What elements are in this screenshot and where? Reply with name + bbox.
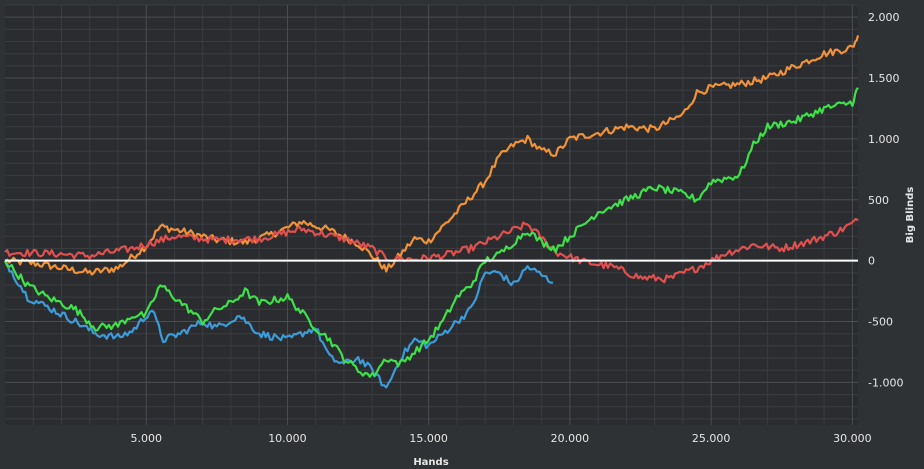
x-tick-label: 15.000: [409, 432, 448, 445]
y-axis-title: Big Blinds: [905, 187, 916, 243]
y-tick-label: -1.000: [868, 376, 903, 389]
x-tick-label: 30.000: [833, 432, 872, 445]
y-tick-label: 1.500: [868, 72, 900, 85]
x-axis-title: Hands: [413, 457, 448, 468]
y-tick-label: -500: [868, 316, 893, 329]
y-tick-label: 0: [868, 255, 875, 268]
x-tick-label: 10.000: [268, 432, 307, 445]
line-chart: 5.000 10.000 15.000 20.000 25.000 30.000 2.00…: [3, 4, 916, 468]
x-tick-labels: 5.000 10.000 15.000 20.000 25.000 30.000: [130, 432, 871, 445]
x-tick-label: 20.000: [551, 432, 590, 445]
plot-area-background: [5, 5, 858, 425]
x-tick-label: 25.000: [692, 432, 731, 445]
y-tick-labels: 2.000 1.500 1.000 500 0 -500 -1.000: [868, 11, 903, 389]
x-tick-label: 5.000: [130, 432, 162, 445]
y-tick-label: 500: [868, 194, 889, 207]
y-tick-label: 1.000: [868, 133, 900, 146]
y-tick-label: 2.000: [868, 11, 900, 24]
